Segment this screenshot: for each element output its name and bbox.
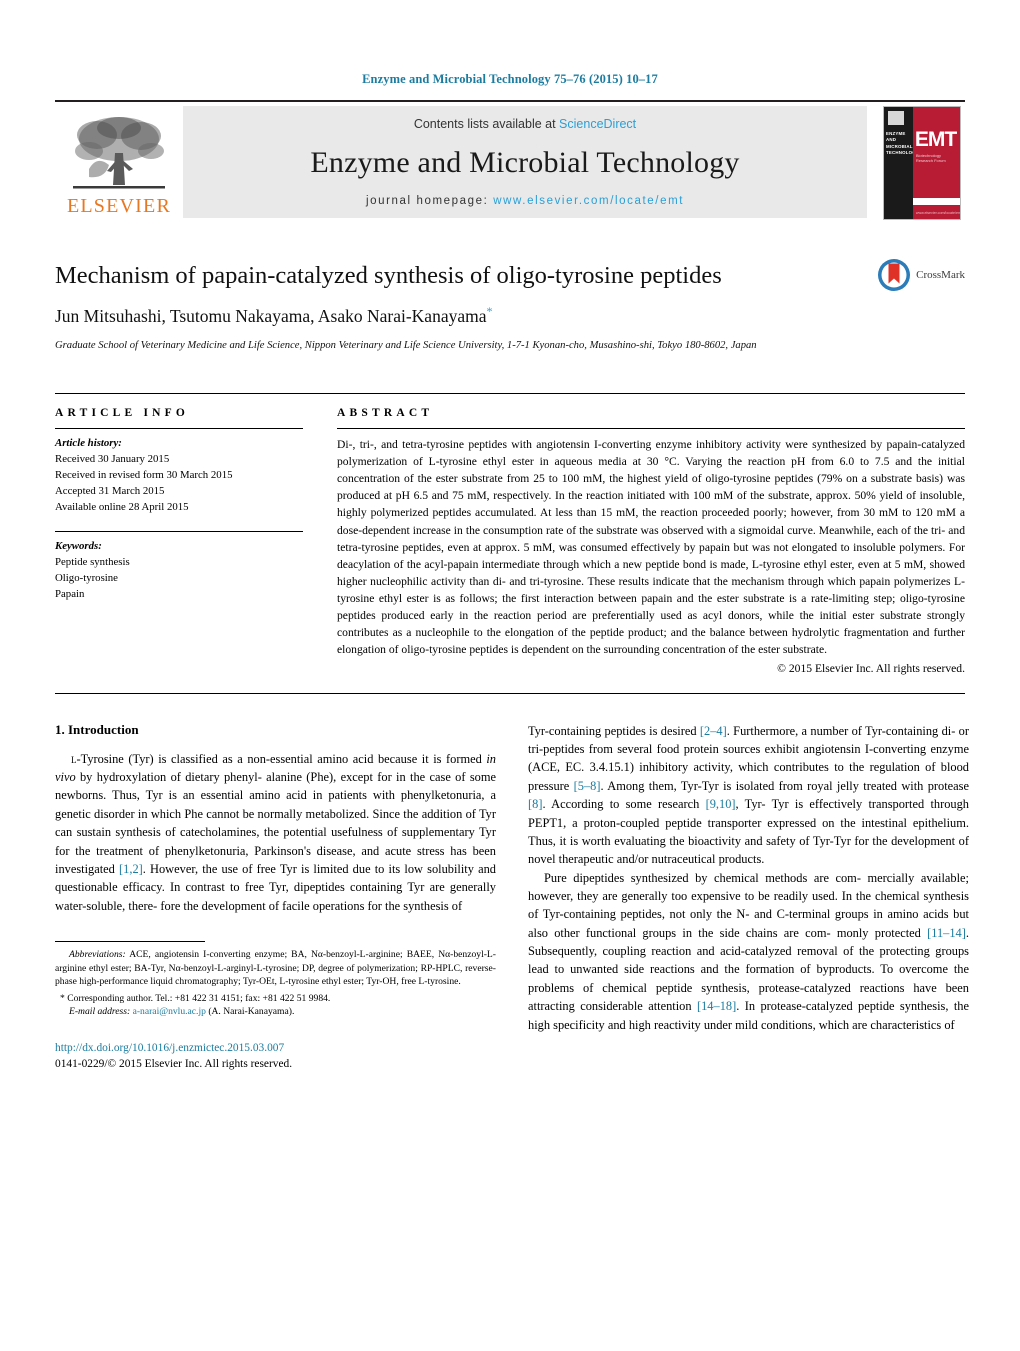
journal-homepage-link[interactable]: www.elsevier.com/locate/emt bbox=[493, 195, 684, 207]
keyword-item: Papain bbox=[55, 588, 85, 601]
corresponding-author-footnote: * Corresponding author. Tel.: +81 422 31… bbox=[55, 992, 496, 1019]
contents-available-line: Contents lists available at ScienceDirec… bbox=[414, 117, 636, 131]
page-title: Mechanism of papain-catalyzed synthesis … bbox=[55, 262, 722, 289]
section-divider bbox=[55, 692, 965, 694]
introduction-heading: 1. Introduction bbox=[55, 721, 139, 737]
crossmark-label: CrossMark bbox=[916, 269, 965, 281]
cover-publisher-mark-icon bbox=[888, 111, 904, 125]
cover-footer-url: www.elsevier.com/locate/emt bbox=[915, 211, 961, 215]
citation-link[interactable]: [8] bbox=[528, 797, 542, 811]
article-info-column: ARTICLE INFO Article history: Received 3… bbox=[55, 407, 303, 674]
corresponding-author-marker: * bbox=[486, 304, 493, 319]
title-block: Mechanism of papain-catalyzed synthesis … bbox=[55, 259, 965, 353]
cover-right-panel: EMT Biotechnology Research Forum www.els… bbox=[912, 107, 961, 219]
citation-link[interactable]: [14–18] bbox=[697, 999, 736, 1013]
abstract-column: ABSTRACT Di-, tri-, and tetra-tyrosine p… bbox=[337, 407, 965, 675]
author-list: Jun Mitsuhashi, Tsutomu Nakayama, Asako … bbox=[55, 304, 965, 327]
footer-doi-block: http://dx.doi.org/10.1016/j.enzmictec.20… bbox=[55, 1041, 496, 1073]
elsevier-tree-icon bbox=[73, 117, 165, 189]
corresponding-marker: * bbox=[60, 992, 65, 1004]
cover-acronym: EMT bbox=[914, 128, 957, 151]
footnotes-block: Abbreviations: ACE, angiotensin I-conver… bbox=[55, 941, 496, 1073]
left-column: 1. Introduction l-Tyrosine (Tyr) is clas… bbox=[55, 722, 496, 1073]
elsevier-logo: ELSEVIER bbox=[55, 106, 183, 218]
journal-title: Enzyme and Microbial Technology bbox=[310, 146, 740, 179]
elsevier-wordmark: ELSEVIER bbox=[66, 195, 172, 217]
abbreviations-label: Abbreviations: bbox=[69, 949, 126, 960]
article-history-label: Article history: bbox=[55, 437, 122, 450]
homepage-prefix: journal homepage: bbox=[365, 195, 494, 207]
citation-link[interactable]: [2–4] bbox=[700, 724, 727, 738]
cover-left-panel: ENZYME AND MICROBIAL TECHNOLOGY bbox=[884, 107, 919, 219]
citation-link[interactable]: [11–14] bbox=[927, 926, 966, 940]
abstract-text: Di-, tri-, and tetra-tyrosine peptides w… bbox=[337, 438, 965, 656]
abstract-heading: ABSTRACT bbox=[337, 407, 434, 420]
journal-masthead: ELSEVIER Contents lists available at Sci… bbox=[55, 100, 965, 220]
history-item: Received in revised form 30 March 2015 bbox=[55, 469, 233, 482]
footnote-rule bbox=[55, 941, 205, 942]
paragraph: Pure dipeptides synthesized by chemical … bbox=[528, 870, 969, 1032]
citation-link[interactable]: [5–8] bbox=[574, 779, 601, 793]
doi-link[interactable]: http://dx.doi.org/10.1016/j.enzmictec.20… bbox=[55, 1041, 496, 1057]
keywords-block: Keywords: Peptide synthesis Oligo-tyrosi… bbox=[55, 531, 303, 603]
paragraph: l-Tyrosine (Tyr) is classified as a non-… bbox=[55, 751, 496, 913]
journal-cover-thumbnail: ENZYME AND MICROBIAL TECHNOLOGY EMT Biot… bbox=[883, 106, 965, 220]
sciencedirect-link[interactable]: ScienceDirect bbox=[559, 117, 636, 131]
article-page: Enzyme and Microbial Technology 75–76 (2… bbox=[0, 0, 1020, 1351]
email-owner: (A. Narai-Kanayama). bbox=[208, 1006, 295, 1018]
email-link[interactable]: a-narai@nvlu.ac.jp bbox=[133, 1006, 206, 1017]
keywords-label: Keywords: bbox=[55, 540, 102, 553]
cover-subtitle: Biotechnology Research Forum bbox=[915, 153, 946, 163]
history-item: Received 30 January 2015 bbox=[55, 453, 170, 466]
article-info-heading: ARTICLE INFO bbox=[55, 407, 190, 420]
journal-homepage-line: journal homepage: www.elsevier.com/locat… bbox=[366, 195, 684, 207]
cover-journal-title: ENZYME AND MICROBIAL TECHNOLOGY bbox=[886, 131, 919, 156]
article-history-block: Article history: Received 30 January 201… bbox=[55, 429, 303, 516]
issn-copyright-line: 0141-0229/© 2015 Elsevier Inc. All right… bbox=[55, 1058, 293, 1071]
email-label: E-mail address: bbox=[69, 1006, 131, 1018]
info-abstract-section: ARTICLE INFO Article history: Received 3… bbox=[55, 393, 965, 675]
affiliation: Graduate School of Veterinary Medicine a… bbox=[55, 340, 757, 351]
introduction-section: 1. Introduction l-Tyrosine (Tyr) is clas… bbox=[55, 722, 969, 1073]
cover-white-bar bbox=[912, 198, 960, 205]
running-head: Enzyme and Microbial Technology 75–76 (2… bbox=[362, 72, 658, 86]
contents-prefix: Contents lists available at bbox=[413, 117, 560, 131]
abstract-copyright: © 2015 Elsevier Inc. All rights reserved… bbox=[777, 661, 965, 675]
crossmark-badge[interactable]: CrossMark bbox=[877, 258, 965, 292]
right-column: Tyr-containing peptides is desired [2–4]… bbox=[528, 722, 969, 1073]
paragraph: Tyr-containing peptides is desired [2–4]… bbox=[528, 723, 969, 867]
keyword-item: Peptide synthesis bbox=[55, 556, 130, 569]
keyword-item: Oligo-tyrosine bbox=[55, 572, 118, 585]
citation-link[interactable]: [1,2] bbox=[119, 862, 143, 876]
crossmark-icon bbox=[878, 259, 911, 291]
masthead-center: Contents lists available at ScienceDirec… bbox=[183, 106, 867, 218]
history-item: Available online 28 April 2015 bbox=[55, 501, 189, 514]
corresponding-text: Corresponding author. Tel.: +81 422 31 4… bbox=[67, 992, 331, 1004]
history-item: Accepted 31 March 2015 bbox=[55, 485, 165, 498]
citation-link[interactable]: [9,10] bbox=[706, 797, 736, 811]
cover-image: ENZYME AND MICROBIAL TECHNOLOGY EMT Biot… bbox=[883, 106, 961, 220]
author-names: Jun Mitsuhashi, Tsutomu Nakayama, Asako … bbox=[55, 306, 487, 326]
abbreviations-footnote: Abbreviations: ACE, angiotensin I-conver… bbox=[55, 948, 496, 989]
